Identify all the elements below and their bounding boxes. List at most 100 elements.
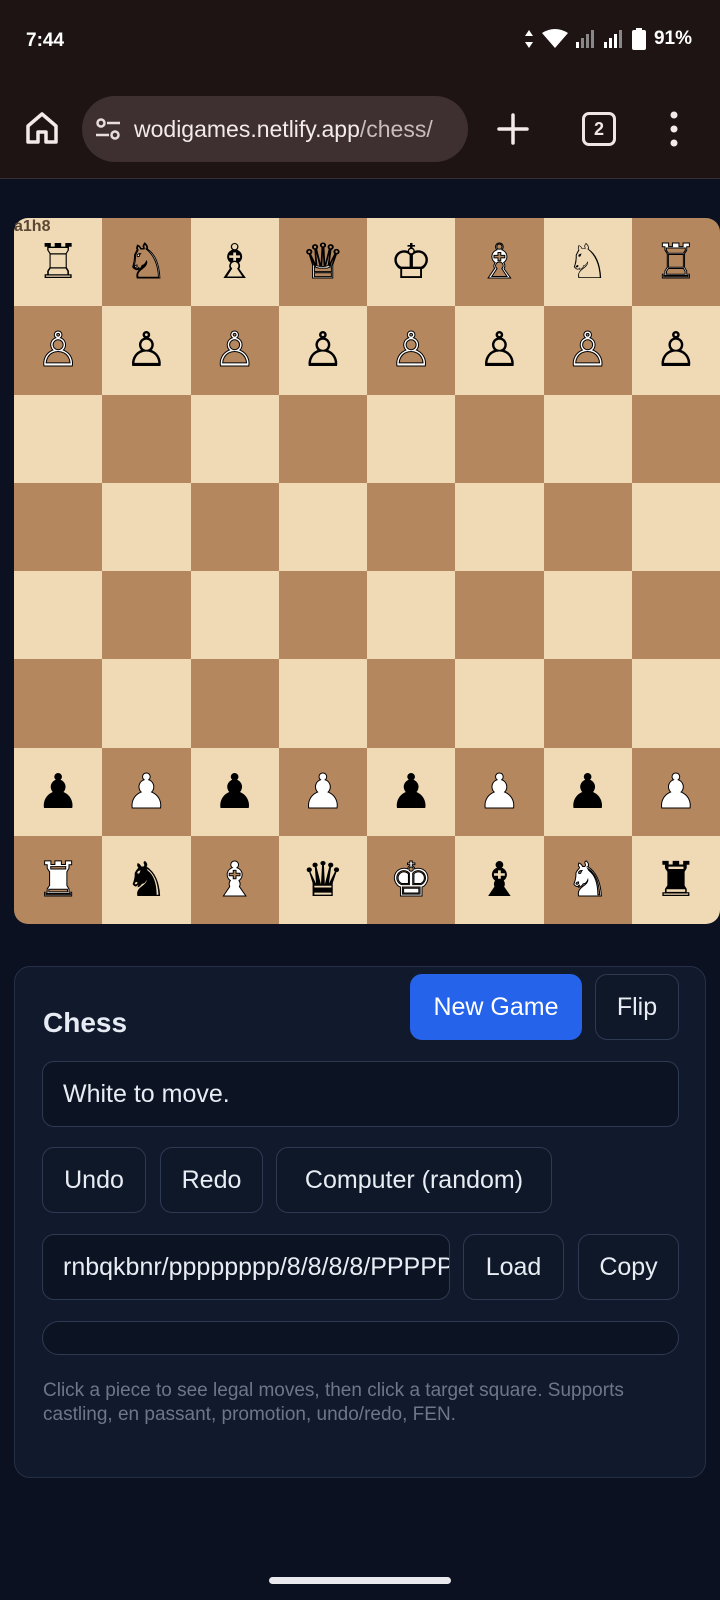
square-g1[interactable]: ♘ bbox=[543, 218, 632, 307]
square-a8[interactable]: ♜ bbox=[14, 835, 103, 924]
square-d8[interactable]: ♛ bbox=[278, 835, 367, 924]
square-b8[interactable]: ♞ bbox=[102, 835, 191, 924]
square-d6[interactable] bbox=[278, 659, 367, 748]
square-h7[interactable]: ♟ bbox=[631, 747, 720, 836]
square-d3[interactable] bbox=[278, 394, 367, 483]
square-g5[interactable] bbox=[543, 571, 632, 660]
chess-piece[interactable]: ♙ bbox=[478, 326, 521, 374]
chess-piece[interactable]: ♜ bbox=[654, 856, 697, 904]
square-b1[interactable]: ♘ bbox=[102, 218, 191, 307]
home-icon[interactable] bbox=[22, 108, 62, 148]
chess-piece[interactable]: ♙ bbox=[36, 326, 80, 375]
chess-piece[interactable]: ♖ bbox=[654, 238, 698, 287]
chess-piece[interactable]: ♙ bbox=[389, 326, 433, 375]
chess-piece[interactable]: ♛ bbox=[301, 856, 344, 904]
square-h6[interactable] bbox=[631, 659, 720, 748]
square-g3[interactable] bbox=[543, 394, 632, 483]
chess-piece[interactable]: ♟ bbox=[566, 768, 609, 816]
chess-piece[interactable]: ♗ bbox=[477, 238, 521, 287]
square-b5[interactable] bbox=[102, 571, 191, 660]
load-button[interactable]: Load bbox=[463, 1234, 564, 1300]
chess-piece[interactable]: ♟ bbox=[37, 768, 80, 816]
square-d4[interactable] bbox=[278, 482, 367, 571]
square-a5[interactable] bbox=[14, 571, 103, 660]
square-d2[interactable]: ♙ bbox=[278, 306, 367, 395]
new-game-button[interactable]: New Game bbox=[410, 974, 582, 1040]
square-b3[interactable] bbox=[102, 394, 191, 483]
square-e1[interactable]: ♔ bbox=[367, 218, 456, 307]
square-e3[interactable] bbox=[367, 394, 456, 483]
copy-button[interactable]: Copy bbox=[578, 1234, 679, 1300]
square-c6[interactable] bbox=[190, 659, 279, 748]
square-e2[interactable]: ♙ bbox=[367, 306, 456, 395]
chess-piece[interactable]: ♔ bbox=[390, 238, 433, 286]
chess-piece[interactable]: ♙ bbox=[213, 326, 257, 375]
chess-piece[interactable]: ♘ bbox=[566, 238, 609, 286]
square-f1[interactable]: ♗ bbox=[455, 218, 544, 307]
square-c3[interactable] bbox=[190, 394, 279, 483]
square-f6[interactable] bbox=[455, 659, 544, 748]
square-e6[interactable] bbox=[367, 659, 456, 748]
square-h1[interactable]: ♖ bbox=[631, 218, 720, 307]
square-c4[interactable] bbox=[190, 482, 279, 571]
chess-piece[interactable]: ♘ bbox=[124, 238, 168, 287]
square-d1[interactable]: ♕ bbox=[278, 218, 367, 307]
square-f2[interactable]: ♙ bbox=[455, 306, 544, 395]
square-b6[interactable] bbox=[102, 659, 191, 748]
square-h8[interactable]: ♜ bbox=[631, 835, 720, 924]
square-f8[interactable]: ♝ bbox=[455, 835, 544, 924]
redo-button[interactable]: Redo bbox=[160, 1147, 263, 1213]
chess-piece[interactable]: ♞ bbox=[566, 855, 610, 904]
new-tab-icon[interactable] bbox=[496, 112, 530, 146]
chess-piece[interactable]: ♟ bbox=[213, 768, 256, 816]
square-e8[interactable]: ♚ bbox=[367, 835, 456, 924]
square-b7[interactable]: ♟ bbox=[102, 747, 191, 836]
square-h5[interactable] bbox=[631, 571, 720, 660]
square-g8[interactable]: ♞ bbox=[543, 835, 632, 924]
square-c1[interactable]: ♗ bbox=[190, 218, 279, 307]
square-h3[interactable] bbox=[631, 394, 720, 483]
gesture-bar[interactable] bbox=[269, 1577, 451, 1584]
square-a4[interactable] bbox=[14, 482, 103, 571]
fen-input[interactable]: rnbqkbnr/pppppppp/8/8/8/8/PPPPPPPP/RNBQK… bbox=[42, 1234, 450, 1300]
chess-piece[interactable]: ♜ bbox=[36, 855, 80, 904]
chess-piece[interactable]: ♙ bbox=[654, 326, 697, 374]
square-f3[interactable] bbox=[455, 394, 544, 483]
square-f4[interactable] bbox=[455, 482, 544, 571]
chess-piece[interactable]: ♞ bbox=[125, 856, 168, 904]
tab-switcher-button[interactable]: 2 bbox=[582, 112, 616, 146]
chess-piece[interactable]: ♕ bbox=[301, 238, 345, 287]
chess-piece[interactable]: ♟ bbox=[390, 768, 433, 816]
square-g7[interactable]: ♟ bbox=[543, 747, 632, 836]
chess-piece[interactable]: ♙ bbox=[566, 326, 610, 375]
square-g2[interactable]: ♙ bbox=[543, 306, 632, 395]
square-a3[interactable] bbox=[14, 394, 103, 483]
square-a7[interactable]: ♟ bbox=[14, 747, 103, 836]
square-g6[interactable] bbox=[543, 659, 632, 748]
undo-button[interactable]: Undo bbox=[42, 1147, 146, 1213]
site-settings-icon[interactable] bbox=[94, 115, 122, 143]
square-c5[interactable] bbox=[190, 571, 279, 660]
square-h2[interactable]: ♙ bbox=[631, 306, 720, 395]
flip-button[interactable]: Flip bbox=[595, 974, 679, 1040]
square-c2[interactable]: ♙ bbox=[190, 306, 279, 395]
square-d5[interactable] bbox=[278, 571, 367, 660]
square-e5[interactable] bbox=[367, 571, 456, 660]
chess-piece[interactable]: ♚ bbox=[389, 855, 433, 904]
chess-piece[interactable]: ♟ bbox=[654, 767, 698, 816]
square-e4[interactable] bbox=[367, 482, 456, 571]
address-bar[interactable]: wodigames.netlify.app/chess/ bbox=[82, 96, 468, 162]
chess-piece[interactable]: ♗ bbox=[213, 238, 256, 286]
square-h4[interactable] bbox=[631, 482, 720, 571]
chess-piece[interactable]: ♙ bbox=[301, 326, 344, 374]
chess-piece[interactable]: ♟ bbox=[301, 767, 345, 816]
square-e7[interactable]: ♟ bbox=[367, 747, 456, 836]
square-f7[interactable]: ♟ bbox=[455, 747, 544, 836]
square-b2[interactable]: ♙ bbox=[102, 306, 191, 395]
chess-piece[interactable]: ♙ bbox=[125, 326, 168, 374]
square-g4[interactable] bbox=[543, 482, 632, 571]
square-c7[interactable]: ♟ bbox=[190, 747, 279, 836]
chess-piece[interactable]: ♝ bbox=[478, 856, 521, 904]
computer-random-button[interactable]: Computer (random) bbox=[276, 1147, 552, 1213]
square-a2[interactable]: ♙ bbox=[14, 306, 103, 395]
